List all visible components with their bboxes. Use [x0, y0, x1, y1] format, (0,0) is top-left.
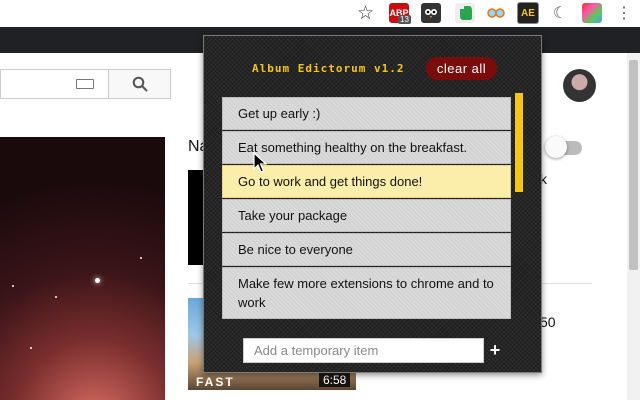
video-duration: 6:58 [319, 373, 351, 387]
mouse-cursor-icon [253, 152, 267, 173]
album-edictorum-icon[interactable]: AE [517, 2, 539, 24]
moon-icon[interactable]: ☾ [550, 3, 570, 23]
add-item-button[interactable]: + [488, 338, 502, 363]
clear-all-button[interactable]: clear all [426, 57, 497, 80]
list-item[interactable]: Be nice to everyone [222, 233, 511, 266]
todo-list: Get up early :) Eat something healthy on… [222, 97, 512, 325]
glasses-icon[interactable] [486, 3, 506, 23]
list-item[interactable]: Get up early :) [222, 97, 511, 130]
list-item[interactable]: Take your package [222, 199, 511, 232]
browser-toolbar [0, 0, 640, 27]
hero-image[interactable] [0, 137, 165, 400]
video-brand-text: FAST [196, 375, 235, 389]
adblock-count-badge: 13 [398, 15, 411, 24]
video-title-fragment: 50 [540, 314, 556, 330]
search-icon [132, 76, 148, 92]
avatar[interactable] [563, 69, 596, 102]
bookmark-star-icon[interactable]: ☆ [357, 2, 374, 25]
evernote-icon[interactable] [455, 3, 475, 23]
color-picker-icon[interactable] [582, 3, 602, 23]
album-edictorum-popup: Album Edictorum v1.2 clear all Get up ea… [203, 35, 542, 373]
keyboard-icon[interactable] [76, 79, 94, 89]
browser-menu-icon[interactable]: ⋮ [616, 3, 632, 23]
popup-title: Album Edictorum v1.2 [252, 62, 405, 75]
list-scrollbar[interactable] [515, 93, 523, 192]
page-scrollbar-thumb[interactable] [629, 60, 638, 270]
list-item[interactable]: Make few more extensions to chrome and t… [222, 267, 511, 319]
add-item-input[interactable] [243, 338, 484, 363]
search-button[interactable] [108, 69, 171, 99]
autoplay-toggle-knob[interactable] [545, 136, 567, 158]
owl-icon[interactable] [421, 3, 441, 23]
